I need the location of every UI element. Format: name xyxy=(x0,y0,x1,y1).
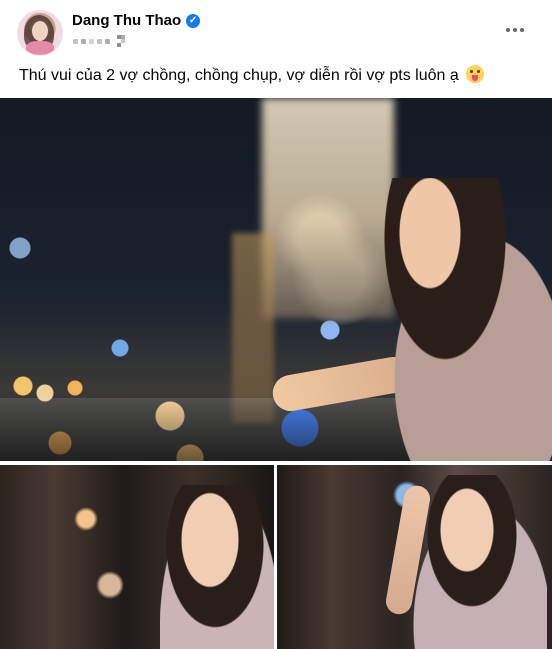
caption-text: Thú vui của 2 vợ chồng, chồng chụp, vợ d… xyxy=(19,67,459,84)
blurred-timestamp xyxy=(89,38,94,44)
dot-icon xyxy=(506,28,510,32)
post-meta xyxy=(73,35,126,47)
blurred-timestamp xyxy=(81,38,86,44)
tongue-out-emoji-icon xyxy=(466,65,485,83)
dot-icon xyxy=(513,28,517,32)
post-caption: Thú vui của 2 vợ chồng, chồng chụp, vợ d… xyxy=(19,65,539,85)
woman-figure xyxy=(397,475,547,649)
facebook-post: Dang Thu Thao ✓ Thú vui của 2 vợ chồng, … xyxy=(0,0,552,649)
bottom-right-photo[interactable] xyxy=(277,465,552,649)
blurred-building xyxy=(232,233,274,423)
author-avatar[interactable] xyxy=(17,10,63,56)
main-photo[interactable] xyxy=(0,98,552,461)
audience-icon[interactable] xyxy=(117,35,126,47)
woman-figure xyxy=(360,178,552,461)
dot-icon xyxy=(520,28,524,32)
verified-badge-icon: ✓ xyxy=(186,13,201,28)
author-name[interactable]: Dang Thu Thao xyxy=(72,12,181,29)
more-options-button[interactable] xyxy=(500,20,530,40)
blurred-timestamp[interactable] xyxy=(73,38,78,44)
avatar-face xyxy=(32,21,48,41)
avatar-dress xyxy=(26,41,54,55)
blurred-timestamp xyxy=(97,38,102,44)
author-name-row: Dang Thu Thao ✓ xyxy=(72,12,201,29)
bottom-left-photo[interactable] xyxy=(0,465,274,649)
blurred-timestamp xyxy=(105,38,110,44)
woman-figure xyxy=(160,485,274,649)
